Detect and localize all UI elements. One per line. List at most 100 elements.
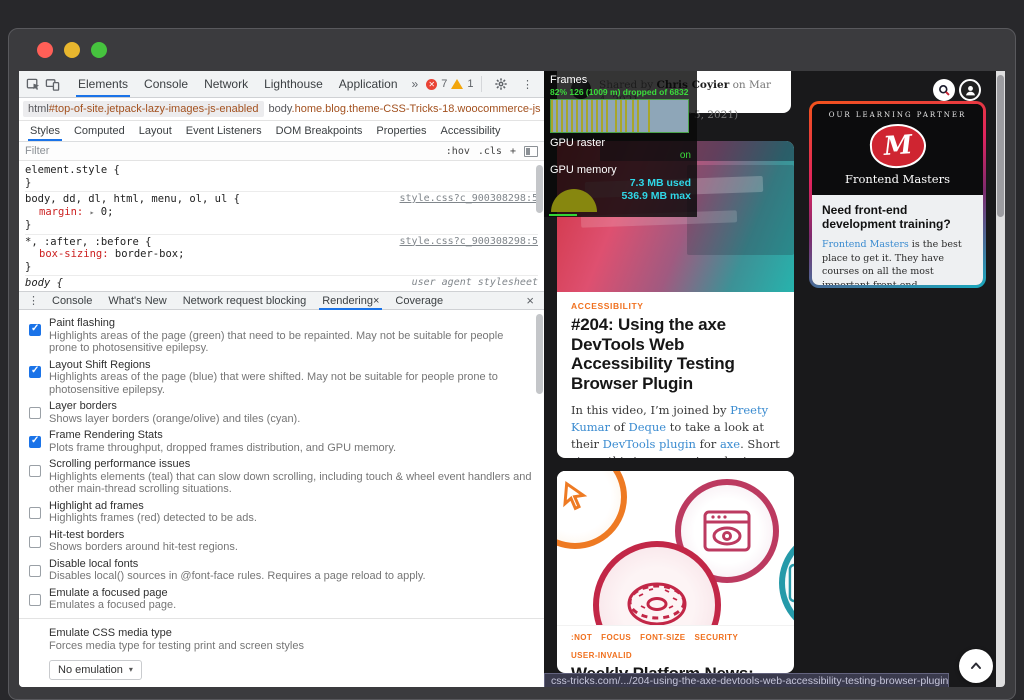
rendering-checkbox[interactable] bbox=[29, 324, 41, 336]
ad-body: Frontend Masters is the best place to ge… bbox=[822, 238, 973, 285]
article-tag-link[interactable]: FOCUS bbox=[601, 633, 631, 642]
devtools-tab[interactable]: Lighthouse bbox=[256, 71, 331, 97]
warning-count[interactable]: 1 bbox=[467, 78, 473, 90]
rendering-option: Highlight ad frames Highlights frames (r… bbox=[29, 500, 532, 525]
frame-rendering-stats-hud: Frames 82% 126 (1009 m) dropped of 6832 … bbox=[544, 71, 697, 217]
ad-heading: Need front-end development training? bbox=[822, 204, 973, 231]
styles-subtab[interactable]: Properties bbox=[369, 121, 433, 141]
styles-tab-bar: Styles Computed Layout Event Listeners D… bbox=[19, 121, 544, 142]
element-state-panel-icon[interactable] bbox=[524, 146, 538, 157]
inspect-element-icon[interactable] bbox=[26, 75, 41, 93]
rendering-option-label: Layer borders bbox=[49, 400, 300, 413]
rendering-checkbox[interactable] bbox=[29, 536, 41, 548]
rendering-checkbox[interactable] bbox=[29, 436, 41, 448]
drawer-tab[interactable]: Coverage bbox=[387, 292, 451, 309]
article-tags: :NOT FOCUS FONT-SIZE SECURITY USER-INVALID bbox=[571, 633, 780, 660]
devtools-toolbar: Elements Console Network Lighthouse Appl… bbox=[19, 71, 544, 98]
rendering-checkbox[interactable] bbox=[29, 594, 41, 606]
styles-scrollbar-thumb[interactable] bbox=[536, 165, 543, 213]
rendering-option: Layout Shift Regions Highlights areas of… bbox=[29, 359, 532, 397]
article-tag-link[interactable]: SECURITY bbox=[695, 633, 739, 642]
devtools-tab[interactable]: Application bbox=[331, 71, 406, 97]
rendering-option-label: Paint flashing bbox=[49, 317, 532, 330]
article-featured-image[interactable] bbox=[557, 471, 794, 626]
rendering-checkbox[interactable] bbox=[29, 407, 41, 419]
rendering-option: Scrolling performance issues Highlights … bbox=[29, 458, 532, 496]
article-category-link[interactable]: ACCESSIBILITY bbox=[571, 301, 780, 311]
styles-subtab[interactable]: DOM Breakpoints bbox=[269, 121, 370, 141]
breadcrumb-body[interactable]: body.home.blog.theme-CSS-Tricks-18.wooco… bbox=[264, 101, 545, 117]
article-tag-link[interactable]: USER-INVALID bbox=[571, 651, 632, 660]
rendering-checkbox[interactable] bbox=[29, 507, 41, 519]
style-rule-user-agent[interactable]: user agent stylesheetbody { display: blo… bbox=[25, 276, 538, 291]
cursor-icon bbox=[557, 471, 627, 549]
expand-arrow-icon[interactable]: ▸ bbox=[90, 208, 95, 217]
warning-icon bbox=[451, 79, 463, 89]
rendering-checkbox[interactable] bbox=[29, 465, 41, 477]
media-type-select[interactable]: No emulation▾ bbox=[49, 660, 142, 680]
article-title-link[interactable]: Weekly Platform News: Focus Rings, Donut… bbox=[571, 664, 780, 673]
kebab-menu-icon[interactable]: ⋮ bbox=[518, 75, 536, 93]
drawer-tab[interactable]: Console bbox=[44, 292, 100, 309]
minimize-window-button[interactable] bbox=[64, 42, 80, 58]
article-title-link[interactable]: #204: Using the axe DevTools Web Accessi… bbox=[571, 315, 780, 393]
zoom-window-button[interactable] bbox=[91, 42, 107, 58]
devtools-tab[interactable]: Network bbox=[196, 71, 256, 97]
style-rule[interactable]: style.css?c_900308298:5body, dd, dl, htm… bbox=[25, 192, 538, 235]
page-scrollbar[interactable] bbox=[996, 71, 1005, 687]
rendering-checkbox[interactable] bbox=[29, 565, 41, 577]
gpu-raster-value: on bbox=[550, 150, 691, 162]
rendering-option-description: Shows layer borders (orange/olive) and t… bbox=[49, 413, 300, 426]
toolbar-divider bbox=[481, 76, 482, 92]
breadcrumb-html[interactable]: html#top-of-site.jetpack-lazy-images-js-… bbox=[23, 101, 264, 117]
drawer-tab[interactable]: What's New bbox=[100, 292, 174, 309]
style-rule[interactable]: style.css?c_900308298:5*, :after, :befor… bbox=[25, 235, 538, 277]
page-scrollbar-thumb[interactable] bbox=[997, 75, 1004, 217]
close-drawer-icon[interactable]: × bbox=[520, 293, 540, 308]
styles-subtab[interactable]: Computed bbox=[67, 121, 132, 141]
article-card[interactable]: :NOT FOCUS FONT-SIZE SECURITY USER-INVALID W… bbox=[557, 471, 794, 673]
stylesheet-link[interactable]: style.css?c_900308298:5 bbox=[400, 236, 538, 249]
drawer-tab[interactable]: Rendering× bbox=[314, 292, 387, 309]
stylesheet-link[interactable]: style.css?c_900308298:5 bbox=[400, 193, 538, 206]
devtools-tab[interactable]: Elements bbox=[70, 71, 136, 97]
toggle-class-button[interactable]: .cls bbox=[478, 146, 502, 157]
rendering-option-label: Emulate a focused page bbox=[49, 587, 176, 600]
article-excerpt: In this video, I’m joined by Preety Kuma… bbox=[571, 402, 780, 458]
toggle-hover-state-button[interactable]: :hov bbox=[446, 146, 470, 157]
search-button[interactable] bbox=[933, 79, 955, 101]
settings-gear-icon[interactable] bbox=[492, 75, 510, 93]
sponsor-ad-card[interactable]: OUR LEARNING PARTNER M Frontend Masters … bbox=[809, 101, 986, 288]
drawer-tab[interactable]: Network request blocking bbox=[175, 292, 315, 309]
frontend-masters-logo[interactable]: M bbox=[870, 124, 925, 168]
macos-titlebar[interactable] bbox=[9, 29, 1015, 71]
rendering-checkbox[interactable] bbox=[29, 366, 41, 378]
scroll-to-top-button[interactable] bbox=[959, 649, 993, 683]
drawer-kebab-menu-icon[interactable]: ⋮ bbox=[23, 294, 44, 307]
styles-filter-input[interactable] bbox=[25, 145, 438, 157]
article-tag-link[interactable]: FONT-SIZE bbox=[640, 633, 685, 642]
account-button[interactable] bbox=[959, 79, 981, 101]
rendering-option-description: Plots frame throughput, dropped frames d… bbox=[49, 442, 396, 455]
devtools-tab[interactable]: Console bbox=[136, 71, 196, 97]
article-tag-link[interactable]: :NOT bbox=[571, 633, 592, 642]
rendering-scrollbar-thumb[interactable] bbox=[536, 314, 543, 394]
styles-subtab[interactable]: Event Listeners bbox=[179, 121, 269, 141]
rendering-option-description: Highlights frames (red) detected to be a… bbox=[49, 512, 257, 525]
rendering-option: Disable local fonts Disables local() sou… bbox=[29, 558, 532, 583]
more-tabs-button[interactable]: » bbox=[406, 77, 425, 91]
gpu-raster-label: GPU raster bbox=[550, 137, 691, 150]
style-rule[interactable]: element.style { } bbox=[25, 163, 538, 192]
partner-label: OUR LEARNING PARTNER bbox=[818, 111, 977, 119]
traffic-lights bbox=[37, 42, 107, 58]
styles-subtab[interactable]: Layout bbox=[132, 121, 179, 141]
styles-subtab[interactable]: Styles bbox=[23, 121, 67, 141]
frames-stat: 82% 126 (1009 m) dropped of 6832 bbox=[550, 87, 691, 97]
close-window-button[interactable] bbox=[37, 42, 53, 58]
brand-name: Frontend Masters bbox=[818, 172, 977, 186]
rendering-option-label: Frame Rendering Stats bbox=[49, 429, 396, 442]
device-toolbar-icon[interactable] bbox=[45, 75, 60, 93]
styles-subtab[interactable]: Accessibility bbox=[434, 121, 508, 141]
new-style-rule-button[interactable]: + bbox=[510, 146, 516, 157]
error-count[interactable]: 7 bbox=[441, 78, 447, 90]
